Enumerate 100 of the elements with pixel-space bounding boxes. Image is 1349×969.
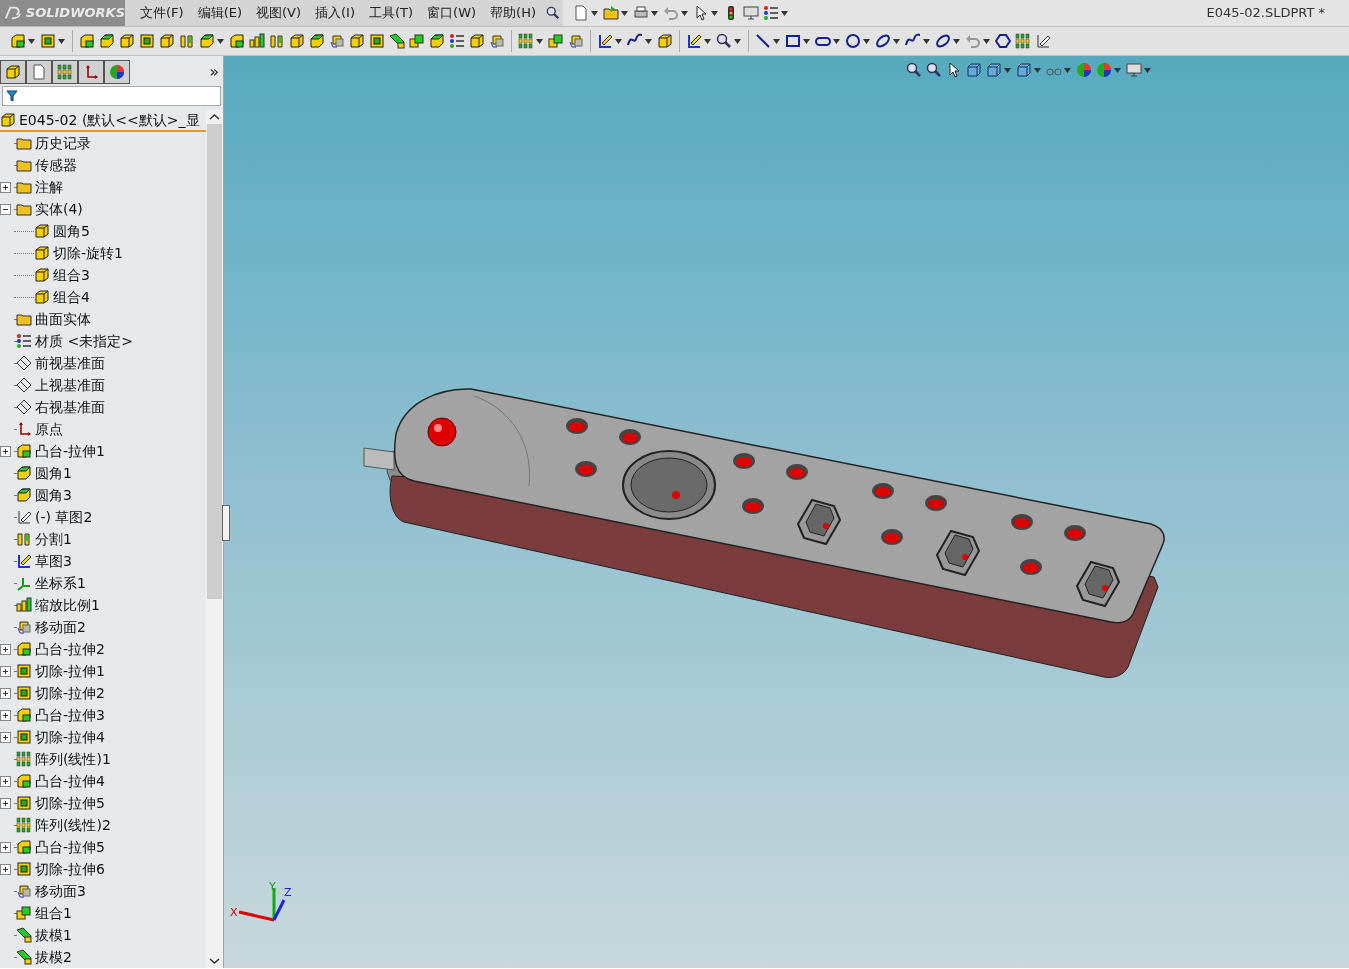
cube-icon[interactable] [469, 33, 485, 49]
dropdown-caret-icon[interactable] [217, 38, 224, 44]
tree-item[interactable]: 拔模2 [0, 946, 206, 968]
expand-icon[interactable] [0, 687, 11, 699]
tree-item[interactable]: 分割1 [0, 528, 206, 550]
pointer-icon[interactable] [946, 62, 962, 78]
panel-tab[interactable] [104, 60, 130, 84]
tree-item[interactable]: 历史记录 [0, 132, 206, 154]
dropdown-caret-icon[interactable] [1114, 67, 1121, 73]
expand-icon[interactable] [0, 775, 11, 787]
printer-icon[interactable] [633, 5, 650, 21]
tree-item[interactable]: 阵列(线性)1 [0, 748, 206, 770]
dropdown-caret-icon[interactable] [681, 10, 689, 16]
tree-item[interactable]: 实体(4) [0, 198, 206, 220]
dropdown-caret-icon[interactable] [621, 10, 629, 16]
expand-icon[interactable] [0, 665, 11, 677]
dropdown-caret-icon[interactable] [591, 10, 599, 16]
dropdown-caret-icon[interactable] [781, 10, 789, 16]
ellipse-icon[interactable] [875, 33, 891, 49]
tree-item[interactable]: 凸台-拉伸1 [0, 440, 206, 462]
blocks-icon[interactable] [269, 33, 285, 49]
dropdown-caret-icon[interactable] [651, 10, 659, 16]
square-icon[interactable] [369, 33, 385, 49]
cube-icon[interactable] [657, 33, 673, 49]
expand-icon[interactable] [0, 445, 11, 457]
panel-tab[interactable] [52, 60, 78, 84]
tree-item[interactable]: 组合4 [0, 286, 206, 308]
expand-icon[interactable] [0, 841, 11, 853]
cube-icon[interactable] [289, 33, 305, 49]
filter-field[interactable] [2, 86, 221, 106]
tree-item[interactable]: 移动面3 [0, 880, 206, 902]
sketch-icon[interactable] [686, 33, 702, 49]
tree-item[interactable]: 原点 [0, 418, 206, 440]
tree-item[interactable]: 切除-拉伸1 [0, 660, 206, 682]
sketch-icon[interactable] [597, 33, 613, 49]
hexagon-icon[interactable] [995, 33, 1011, 49]
menu-item[interactable]: 工具(T) [362, 3, 421, 23]
cube-icon[interactable] [349, 33, 365, 49]
cube-icon[interactable] [966, 62, 982, 78]
collapse-handle[interactable] [222, 505, 230, 541]
search-icon[interactable] [906, 62, 922, 78]
expand-icon[interactable] [0, 709, 11, 721]
tree-item[interactable]: 上视基准面 [0, 374, 206, 396]
dropdown-caret-icon[interactable] [615, 38, 622, 44]
square-icon[interactable] [40, 33, 56, 49]
tree-item[interactable]: 坐标系1 [0, 572, 206, 594]
dropdown-caret-icon[interactable] [833, 38, 840, 44]
cube-icon[interactable] [119, 33, 135, 49]
tree-item[interactable]: 前视基准面 [0, 352, 206, 374]
tree-item[interactable]: 注解 [0, 176, 206, 198]
expand-icon[interactable] [0, 731, 11, 743]
square-icon[interactable] [139, 33, 155, 49]
dropdown-caret-icon[interactable] [893, 38, 900, 44]
menu-item[interactable]: 窗口(W) [420, 3, 484, 23]
sketch-icon[interactable] [1035, 33, 1051, 49]
menu-item[interactable]: 插入(I) [308, 3, 362, 23]
expand-icon[interactable] [0, 181, 11, 193]
dropdown-caret-icon[interactable] [28, 38, 35, 44]
search-icon[interactable] [926, 62, 942, 78]
bars-icon[interactable] [249, 33, 265, 49]
tree-item[interactable]: 草图3 [0, 550, 206, 572]
tree-item[interactable]: 切除-拉伸5 [0, 792, 206, 814]
search-icon[interactable] [716, 33, 732, 49]
dropdown-caret-icon[interactable] [1034, 67, 1041, 73]
monitor-icon[interactable] [1126, 62, 1142, 78]
dropdown-caret-icon[interactable] [734, 38, 741, 44]
ellipse-icon[interactable] [935, 33, 951, 49]
dropdown-caret-icon[interactable] [704, 38, 711, 44]
menu-item[interactable]: 视图(V) [249, 3, 309, 23]
dropdown-caret-icon[interactable] [923, 38, 930, 44]
tree-item[interactable]: 缩放比例1 [0, 594, 206, 616]
dropdown-caret-icon[interactable] [645, 38, 652, 44]
tree-item[interactable]: 凸台-拉伸5 [0, 836, 206, 858]
tree-item[interactable]: 传感器 [0, 154, 206, 176]
circle-icon[interactable] [845, 33, 861, 49]
panel-tab[interactable] [26, 60, 52, 84]
expand-icon[interactable] [0, 643, 11, 655]
cube-icon[interactable] [986, 62, 1002, 78]
sphere-icon[interactable] [1096, 62, 1112, 78]
dropdown-caret-icon[interactable] [1064, 67, 1071, 73]
cubes-icon[interactable] [409, 33, 425, 49]
dropdown-caret-icon[interactable] [773, 38, 780, 44]
tree-item[interactable]: (-) 草图2 [0, 506, 206, 528]
tree-item[interactable]: 圆角1 [0, 462, 206, 484]
menu-item[interactable]: 帮助(H) [483, 3, 544, 23]
panel-tab[interactable] [0, 60, 26, 84]
dropdown-caret-icon[interactable] [58, 38, 65, 44]
cube-icon[interactable] [79, 33, 95, 49]
expand-icon[interactable] [0, 863, 11, 875]
cube-icon[interactable] [309, 33, 325, 49]
tree-item[interactable]: 右视基准面 [0, 396, 206, 418]
dropdown-caret-icon[interactable] [953, 38, 960, 44]
expand-icon[interactable] [0, 797, 11, 809]
tree-item[interactable]: 凸台-拉伸2 [0, 638, 206, 660]
line-icon[interactable] [755, 33, 771, 49]
rectangle-icon[interactable] [785, 33, 801, 49]
scrollbar[interactable] [206, 110, 223, 968]
wedge-icon[interactable] [389, 33, 405, 49]
list-icon[interactable] [449, 33, 465, 49]
dropdown-caret-icon[interactable] [1004, 67, 1011, 73]
